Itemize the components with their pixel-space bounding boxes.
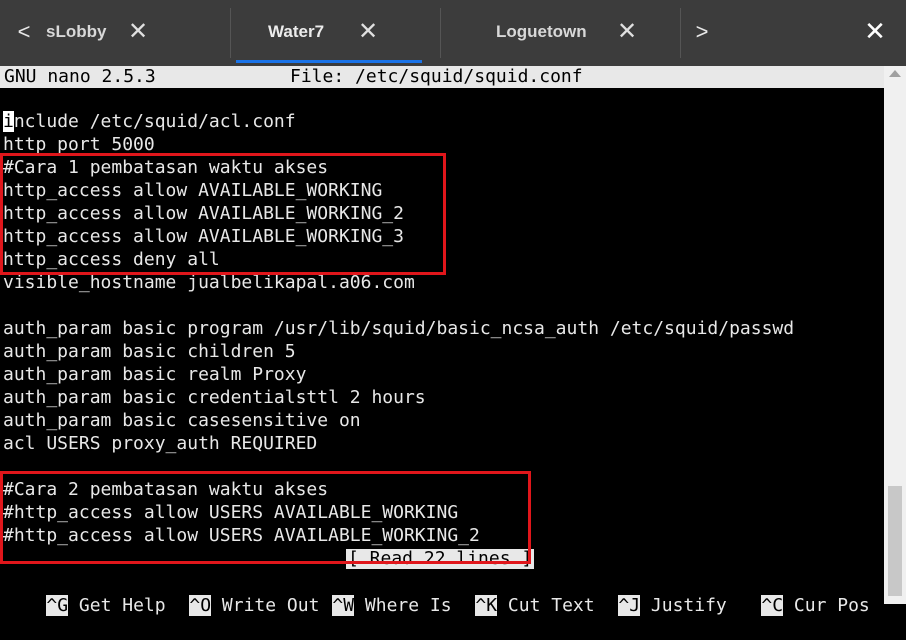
editor-line: visible_hostname jualbelikapal.a06.com xyxy=(3,272,415,293)
editor-line: auth_param basic casesensitive on xyxy=(3,410,361,431)
shortcut-key: ^W xyxy=(332,595,355,616)
shortcut-write-out: ^O Write Out xyxy=(189,595,320,616)
shortcut-key: ^J xyxy=(618,595,641,616)
editor-line: #http_access allow USERS AVAILABLE_WORKI… xyxy=(3,525,480,546)
editor-line: include /etc/squid/acl.conf xyxy=(3,111,296,132)
editor-line: auth_param basic realm Proxy xyxy=(3,364,307,385)
close-icon[interactable]: ✕ xyxy=(615,20,639,44)
nano-header: GNU nano 2.5.3 File: /etc/squid/squid.co… xyxy=(0,66,884,88)
shortcut-key: ^C xyxy=(761,595,784,616)
tab-label: Loguetown xyxy=(496,22,587,41)
scrollbar-thumb[interactable] xyxy=(888,486,902,596)
shortcut-key: ^K xyxy=(475,595,498,616)
shortcut-bar: ^G Get Help ^O Write Out ^W Where Is ^K Cut… xyxy=(3,571,870,640)
editor-line: #Cara 1 pembatasan waktu akses xyxy=(3,157,329,178)
tab-divider xyxy=(440,8,441,58)
editor-line: http_access allow AVAILABLE_WORKING_3 xyxy=(3,226,404,247)
tab-label: Water7 xyxy=(268,22,325,41)
editor-line: acl USERS proxy_auth REQUIRED xyxy=(3,433,318,454)
nano-filename: File: /etc/squid/squid.conf xyxy=(290,66,583,87)
scrollbar[interactable] xyxy=(884,66,906,604)
close-icon[interactable]: ✕ xyxy=(356,20,380,44)
shortcut-key: ^O xyxy=(189,595,212,616)
tab-divider xyxy=(680,8,681,58)
scroll-up-arrow-icon[interactable] xyxy=(889,70,901,77)
tab-water7[interactable]: Water7 ✕ xyxy=(236,0,422,66)
editor-line: http_access deny all xyxy=(3,249,220,270)
tab-bar: < sLobby ✕ Water7 ✕ Loguetown ✕ > ✕ xyxy=(0,0,906,66)
text-cursor: i xyxy=(3,111,14,132)
shortcut-justify: ^J Justify xyxy=(618,595,727,616)
editor-line: http_access allow AVAILABLE_WORKING_2 xyxy=(3,203,404,224)
tab-label: sLobby xyxy=(46,22,107,41)
shortcut-where-is: ^W Where Is xyxy=(332,595,452,616)
editor-line: auth_param basic credentialsttl 2 hours xyxy=(3,387,426,408)
nano-version: GNU nano 2.5.3 xyxy=(4,66,156,87)
shortcut-key: ^G xyxy=(46,595,69,616)
editor-line: http_port 5000 xyxy=(3,134,155,155)
shortcut-cut-text: ^K Cut Text xyxy=(475,595,595,616)
editor-line: auth_param basic program /usr/lib/squid/… xyxy=(3,318,795,339)
shortcut-get-help: ^G Get Help xyxy=(46,595,166,616)
status-message: [ Read 22 lines ] xyxy=(346,548,535,569)
shortcut-cur-pos: ^C Cur Pos xyxy=(761,595,870,616)
editor-line: #http_access allow USERS AVAILABLE_WORKI… xyxy=(3,502,459,523)
tab-loguetown[interactable]: Loguetown ✕ xyxy=(446,0,676,66)
terminal[interactable]: GNU nano 2.5.3 File: /etc/squid/squid.co… xyxy=(0,66,884,616)
editor-line: #Cara 2 pembatasan waktu akses xyxy=(3,479,329,500)
editor-buffer[interactable]: include /etc/squid/acl.conf http_port 50… xyxy=(3,110,794,547)
editor-line: auth_param basic children 5 xyxy=(3,341,296,362)
editor-line: http_access allow AVAILABLE_WORKING xyxy=(3,180,383,201)
window-close-button[interactable]: ✕ xyxy=(862,16,888,46)
tab-divider xyxy=(230,8,231,58)
active-tab-indicator xyxy=(236,60,422,63)
close-icon[interactable]: ✕ xyxy=(126,20,150,44)
tab-scroll-left-button[interactable]: < xyxy=(10,14,38,50)
tab-scroll-right-button[interactable]: > xyxy=(688,14,716,50)
tab-lobby[interactable]: sLobby ✕ xyxy=(38,0,220,66)
